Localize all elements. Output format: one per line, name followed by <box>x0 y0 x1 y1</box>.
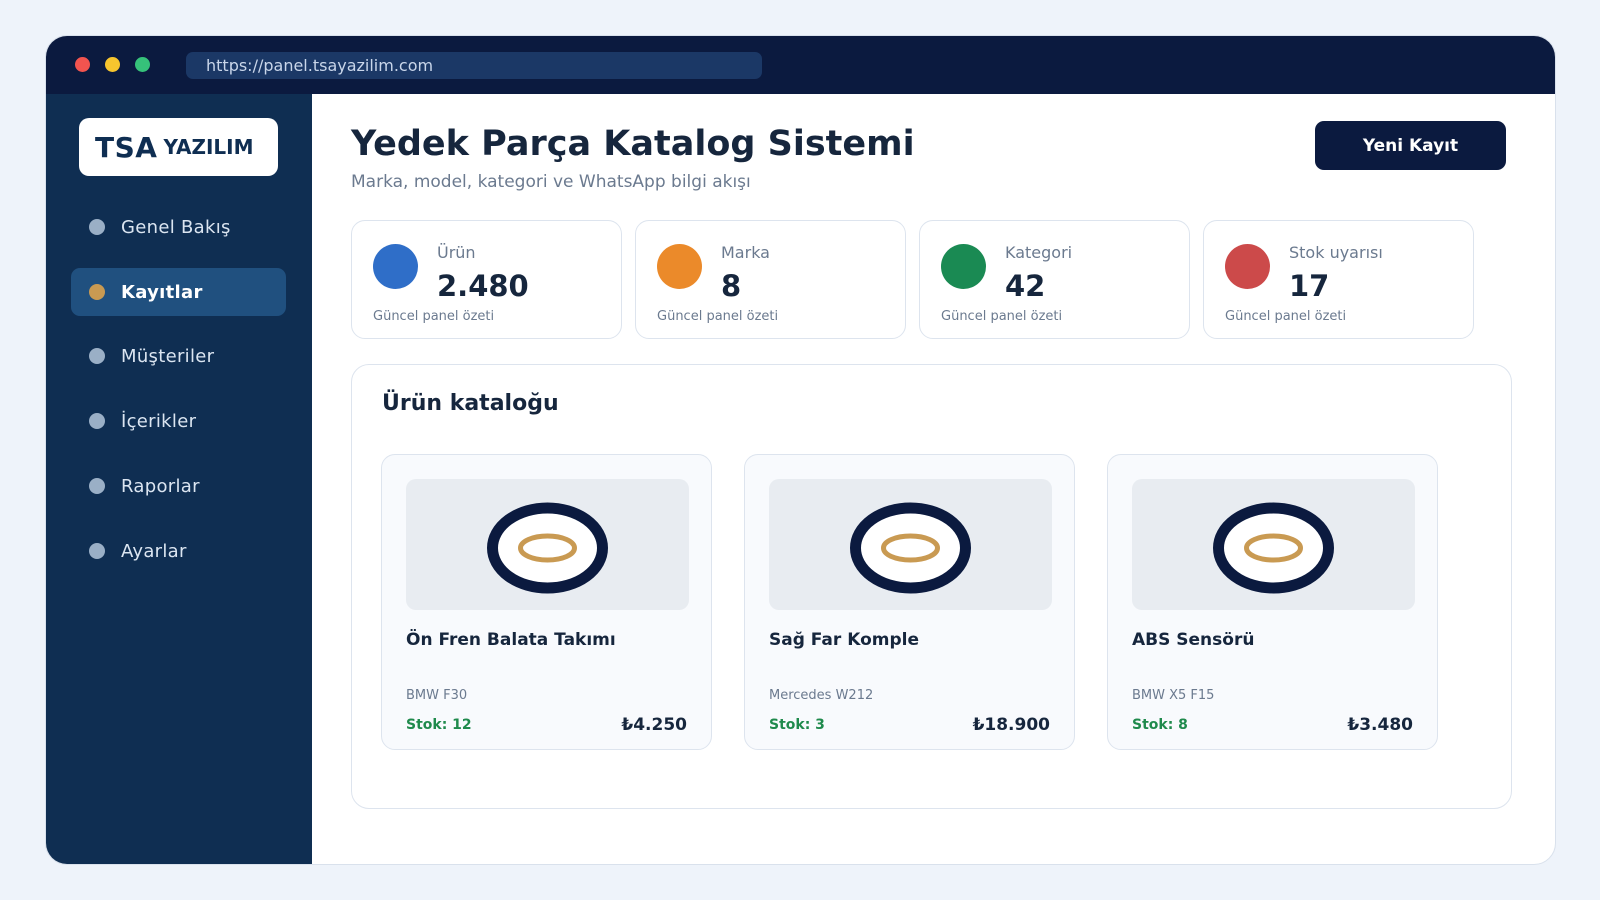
sidebar-item-label: Müşteriler <box>121 345 215 367</box>
product-card[interactable]: ABS Sensörü BMW X5 F15 Stok: 8 ₺3.480 <box>1107 454 1438 750</box>
stat-dot-icon <box>1225 244 1270 289</box>
stat-footer: Güncel panel özeti <box>941 309 1063 324</box>
nav-dot-icon <box>89 284 105 300</box>
product-stock: Stok: 8 <box>1132 717 1188 733</box>
stat-value: 8 <box>721 269 742 303</box>
stat-footer: Güncel panel özeti <box>1225 309 1347 324</box>
stat-footer: Güncel panel özeti <box>657 309 779 324</box>
maximize-window-button[interactable] <box>135 57 150 72</box>
product-model: Mercedes W212 <box>769 688 874 703</box>
product-price: ₺3.480 <box>1347 715 1413 735</box>
stat-value: 42 <box>1005 269 1046 303</box>
product-model: BMW F30 <box>406 688 468 703</box>
stat-label: Ürün <box>437 243 476 262</box>
stat-card-marka: Marka 8 Güncel panel özeti <box>635 220 906 339</box>
address-bar[interactable]: https://panel.tsayazilim.com <box>186 52 762 79</box>
sidebar-item-label: Ayarlar <box>121 540 187 562</box>
sidebar-item-genel-bakis[interactable]: Genel Bakış <box>71 203 286 251</box>
stat-footer: Güncel panel özeti <box>373 309 495 324</box>
stat-label: Stok uyarısı <box>1289 243 1383 262</box>
close-window-button[interactable] <box>75 57 90 72</box>
stat-dot-icon <box>941 244 986 289</box>
nav-dot-icon <box>89 348 105 364</box>
product-card[interactable]: Sağ Far Komple Mercedes W212 Stok: 3 ₺18… <box>744 454 1075 750</box>
tire-ring-icon <box>1213 502 1334 594</box>
new-record-button[interactable]: Yeni Kayıt <box>1315 121 1506 170</box>
sidebar-item-label: Raporlar <box>121 475 200 497</box>
product-card[interactable]: Ön Fren Balata Takımı BMW F30 Stok: 12 ₺… <box>381 454 712 750</box>
product-name: ABS Sensörü <box>1132 630 1255 650</box>
product-image <box>406 479 689 610</box>
logo-primary: TSA <box>95 130 158 164</box>
tire-ring-icon <box>850 502 971 594</box>
stat-value: 17 <box>1289 269 1330 303</box>
sidebar-item-kayitlar[interactable]: Kayıtlar <box>71 268 286 316</box>
nav-dot-icon <box>89 413 105 429</box>
sidebar-item-icerikler[interactable]: İçerikler <box>71 397 286 445</box>
catalog-title: Ürün kataloğu <box>382 391 559 416</box>
page-title: Yedek Parça Katalog Sistemi <box>351 124 915 164</box>
stat-value: 2.480 <box>437 269 529 303</box>
sidebar-item-raporlar[interactable]: Raporlar <box>71 462 286 510</box>
stat-card-urun: Ürün 2.480 Güncel panel özeti <box>351 220 622 339</box>
browser-window: https://panel.tsayazilim.com TSA YAZILIM… <box>45 35 1556 865</box>
nav-dot-icon <box>89 543 105 559</box>
stat-label: Marka <box>721 243 770 262</box>
minimize-window-button[interactable] <box>105 57 120 72</box>
stat-card-stok-uyarisi: Stok uyarısı 17 Güncel panel özeti <box>1203 220 1474 339</box>
sidebar-item-ayarlar[interactable]: Ayarlar <box>71 527 286 575</box>
product-image <box>1132 479 1415 610</box>
product-stock: Stok: 12 <box>406 717 472 733</box>
nav-dot-icon <box>89 478 105 494</box>
product-catalog: Ürün kataloğu Ön Fren Balata Takımı BMW … <box>351 364 1512 809</box>
sidebar: TSA YAZILIM Genel Bakış Kayıtlar Müşteri… <box>46 94 312 864</box>
sidebar-item-musteriler[interactable]: Müşteriler <box>71 332 286 380</box>
sidebar-item-label: İçerikler <box>121 410 197 432</box>
sidebar-item-label: Kayıtlar <box>121 281 203 303</box>
page-subtitle: Marka, model, kategori ve WhatsApp bilgi… <box>351 172 751 192</box>
stat-label: Kategori <box>1005 243 1073 262</box>
main-content: Yedek Parça Katalog Sistemi Marka, model… <box>312 94 1555 864</box>
logo[interactable]: TSA YAZILIM <box>79 118 278 176</box>
sidebar-item-label: Genel Bakış <box>121 216 231 238</box>
product-price: ₺18.900 <box>972 715 1050 735</box>
tire-ring-icon <box>487 502 608 594</box>
product-stock: Stok: 3 <box>769 717 825 733</box>
product-price: ₺4.250 <box>621 715 687 735</box>
product-image <box>769 479 1052 610</box>
stat-card-kategori: Kategori 42 Güncel panel özeti <box>919 220 1190 339</box>
nav-dot-icon <box>89 219 105 235</box>
product-name: Ön Fren Balata Takımı <box>406 630 616 650</box>
logo-secondary: YAZILIM <box>163 135 254 159</box>
stat-dot-icon <box>657 244 702 289</box>
stat-dot-icon <box>373 244 418 289</box>
product-name: Sağ Far Komple <box>769 630 919 650</box>
product-model: BMW X5 F15 <box>1132 688 1215 703</box>
browser-titlebar: https://panel.tsayazilim.com <box>46 36 1555 94</box>
